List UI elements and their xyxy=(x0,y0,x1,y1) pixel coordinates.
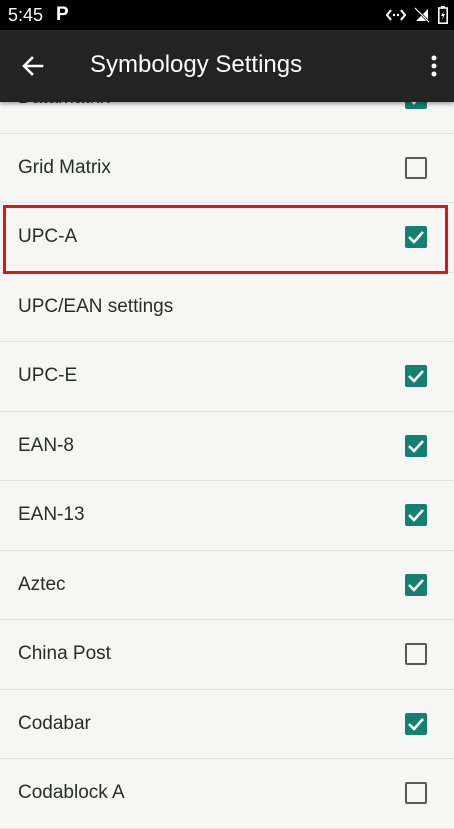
checkbox-unchecked[interactable] xyxy=(405,643,427,666)
symbology-list: DatamatrixGrid MatrixUPC-AUPC/EAN settin… xyxy=(0,64,454,829)
setting-row-china-post[interactable]: China Post xyxy=(0,620,454,690)
checkbox-checked[interactable] xyxy=(405,712,427,735)
checkbox-checked[interactable] xyxy=(405,365,427,388)
setting-row-ean-8[interactable]: EAN-8 xyxy=(0,411,454,481)
setting-label: UPC-E xyxy=(18,365,78,387)
no-signal-icon xyxy=(414,7,430,23)
setting-label: EAN-13 xyxy=(18,504,85,526)
setting-row-aztec[interactable]: Aztec xyxy=(0,550,454,620)
setting-row-codabar[interactable]: Codabar xyxy=(0,689,454,759)
more-options-icon[interactable] xyxy=(428,52,440,80)
page-title: Symbology Settings xyxy=(90,51,303,78)
parking-notification-icon: P xyxy=(56,4,69,25)
checkbox-checked[interactable] xyxy=(405,226,427,249)
setting-label: Grid Matrix xyxy=(18,156,111,178)
setting-label: UPC/EAN settings xyxy=(18,295,174,317)
setting-row-upc-e[interactable]: UPC-E xyxy=(0,342,454,412)
back-arrow-icon[interactable] xyxy=(20,53,46,79)
setting-row-upc-ean-settings[interactable]: UPC/EAN settings xyxy=(0,272,454,342)
check-icon xyxy=(408,370,424,384)
checkbox-checked[interactable] xyxy=(405,504,427,527)
check-icon xyxy=(408,578,424,592)
setting-row-grid-matrix[interactable]: Grid Matrix xyxy=(0,133,454,203)
data-sync-icon xyxy=(386,8,406,22)
checkbox-checked[interactable] xyxy=(405,573,427,596)
setting-row-codablock-a[interactable]: Codablock A xyxy=(0,759,454,829)
setting-label: Codabar xyxy=(18,712,91,734)
setting-row-upc-a[interactable]: UPC-A xyxy=(0,203,454,273)
check-icon xyxy=(408,439,424,453)
setting-label: Codablock A xyxy=(18,782,125,804)
setting-label: UPC-A xyxy=(18,226,78,248)
checkbox-unchecked[interactable] xyxy=(405,156,427,179)
check-icon xyxy=(408,509,424,523)
setting-label: China Post xyxy=(18,643,111,665)
check-icon xyxy=(408,717,424,731)
checkbox-checked[interactable] xyxy=(405,434,427,457)
check-icon xyxy=(408,231,424,245)
app-bar: Symbology Settings xyxy=(0,30,454,102)
setting-label: EAN-8 xyxy=(18,434,74,456)
setting-row-ean-13[interactable]: EAN-13 xyxy=(0,481,454,551)
checkbox-unchecked[interactable] xyxy=(405,782,427,805)
battery-charging-icon xyxy=(438,6,448,24)
status-bar: 5:45 P xyxy=(0,0,454,30)
status-time: 5:45 xyxy=(8,5,44,25)
setting-label: Aztec xyxy=(18,573,66,595)
status-icons xyxy=(386,6,448,24)
